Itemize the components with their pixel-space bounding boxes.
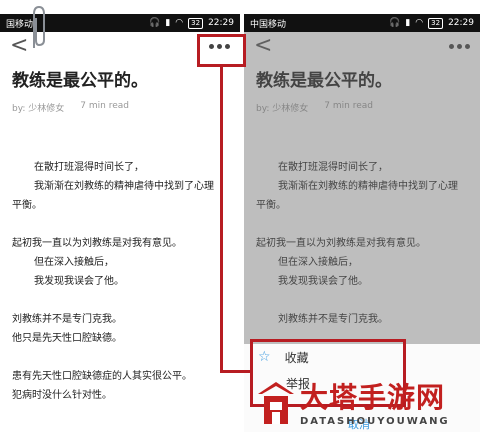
text-line: 起初我一直以为刘教练是对我有意见。 xyxy=(256,238,426,249)
paragraph: 在散打班混得时间长了， 我渐渐在刘教练的精神虐待中找到了心理 平衡。 xyxy=(12,158,228,215)
back-icon[interactable]: < xyxy=(10,35,28,57)
clock: 22:29 xyxy=(448,18,474,28)
more-icon[interactable] xyxy=(449,43,470,49)
battery-indicator: 32 xyxy=(188,17,204,29)
wifi-icon: ◠ xyxy=(415,17,424,28)
text-line: 平衡。 xyxy=(256,200,286,211)
article-meta: by: 少林修女 7 min read xyxy=(244,91,480,114)
author-label: by: 少林修女 xyxy=(256,104,309,114)
text-line: 患有先天性口腔缺德症的人其实很公平。 xyxy=(12,371,192,382)
text-line: 起初我一直以为刘教练是对我有意见。 xyxy=(12,238,182,249)
battery-indicator: 32 xyxy=(428,17,444,29)
wifi-icon: ◠ xyxy=(175,17,184,28)
top-toolbar: < xyxy=(244,32,480,60)
paragraph: 患有先天性口腔缺德症的人其实很公平。 犯病时没什么针对性。 xyxy=(12,367,228,405)
paragraph: 起初我一直以为刘教练是对我有意见。 但在深入接触后， 我发现我误会了他。 xyxy=(12,234,228,291)
text-line: 他只是先天性口腔缺德。 xyxy=(12,333,122,344)
text-line: 在散打班混得时间长了， xyxy=(34,162,144,173)
connector-line xyxy=(220,370,250,373)
paragraph: 起初我一直以为刘教练是对我有意见。 但在深入接触后， 我发现我误会了他。 xyxy=(256,234,468,291)
headphone-icon: 🎧 xyxy=(389,17,401,28)
back-icon[interactable]: < xyxy=(254,35,272,57)
read-time-label: 7 min read xyxy=(80,101,129,111)
text-line: 犯病时没什么针对性。 xyxy=(12,390,112,401)
signal-icon: ▮ xyxy=(165,17,171,28)
text-line: 我渐渐在刘教练的精神虐待中找到了心理 xyxy=(278,181,458,192)
carrier-label: 中国移动 xyxy=(250,19,287,30)
more-button-highlight xyxy=(197,34,246,67)
text-line: 刘教练并不是专门克我。 xyxy=(12,314,122,325)
article-body: 在散打班混得时间长了， 我渐渐在刘教练的精神虐待中找到了心理 平衡。 起初我一直… xyxy=(244,114,480,329)
text-line: 但在深入接触后， xyxy=(278,257,358,268)
text-line: 我渐渐在刘教练的精神虐待中找到了心理 xyxy=(34,181,214,192)
status-bar: 中国移动 🎧 ▮ ◠ 32 22:29 xyxy=(244,14,480,32)
watermark-text: 大塔手游网 xyxy=(300,381,446,414)
read-time-label: 7 min read xyxy=(324,101,373,111)
watermark-logo xyxy=(258,382,294,424)
text-line: 我发现我误会了他。 xyxy=(278,276,368,287)
paperclip-icon xyxy=(33,5,45,48)
left-screen: 国移动 🎧 ▮ ◠ 32 22:29 < 教练是最公平的。 by: 少林修女 7… xyxy=(0,14,240,432)
watermark: 大塔手游网 DATASHOUYOUWANG xyxy=(250,374,480,432)
paragraph: 在散打班混得时间长了， 我渐渐在刘教练的精神虐待中找到了心理 平衡。 xyxy=(256,158,468,215)
watermark-subtext: DATASHOUYOUWANG xyxy=(300,416,450,427)
text-line: 平衡。 xyxy=(12,200,42,211)
text-line: 在散打班混得时间长了， xyxy=(278,162,388,173)
text-line: 刘教练并不是专门克我。 xyxy=(278,314,388,325)
paragraph: 刘教练并不是专门克我。 他只是先天性口腔缺德。 xyxy=(12,310,228,348)
clock: 22:29 xyxy=(208,18,234,28)
text-line: 但在深入接触后， xyxy=(34,257,114,268)
paragraph: 刘教练并不是专门克我。 xyxy=(256,310,468,329)
article-body: 在散打班混得时间长了， 我渐渐在刘教练的精神虐待中找到了心理 平衡。 起初我一直… xyxy=(0,114,240,405)
article-title: 教练是最公平的。 xyxy=(256,71,392,91)
headphone-icon: 🎧 xyxy=(149,17,161,28)
author-label: by: 少林修女 xyxy=(12,104,65,114)
text-line: 我发现我误会了他。 xyxy=(34,276,124,287)
article-meta: by: 少林修女 7 min read xyxy=(0,91,240,114)
signal-icon: ▮ xyxy=(405,17,411,28)
connector-line xyxy=(220,67,223,373)
